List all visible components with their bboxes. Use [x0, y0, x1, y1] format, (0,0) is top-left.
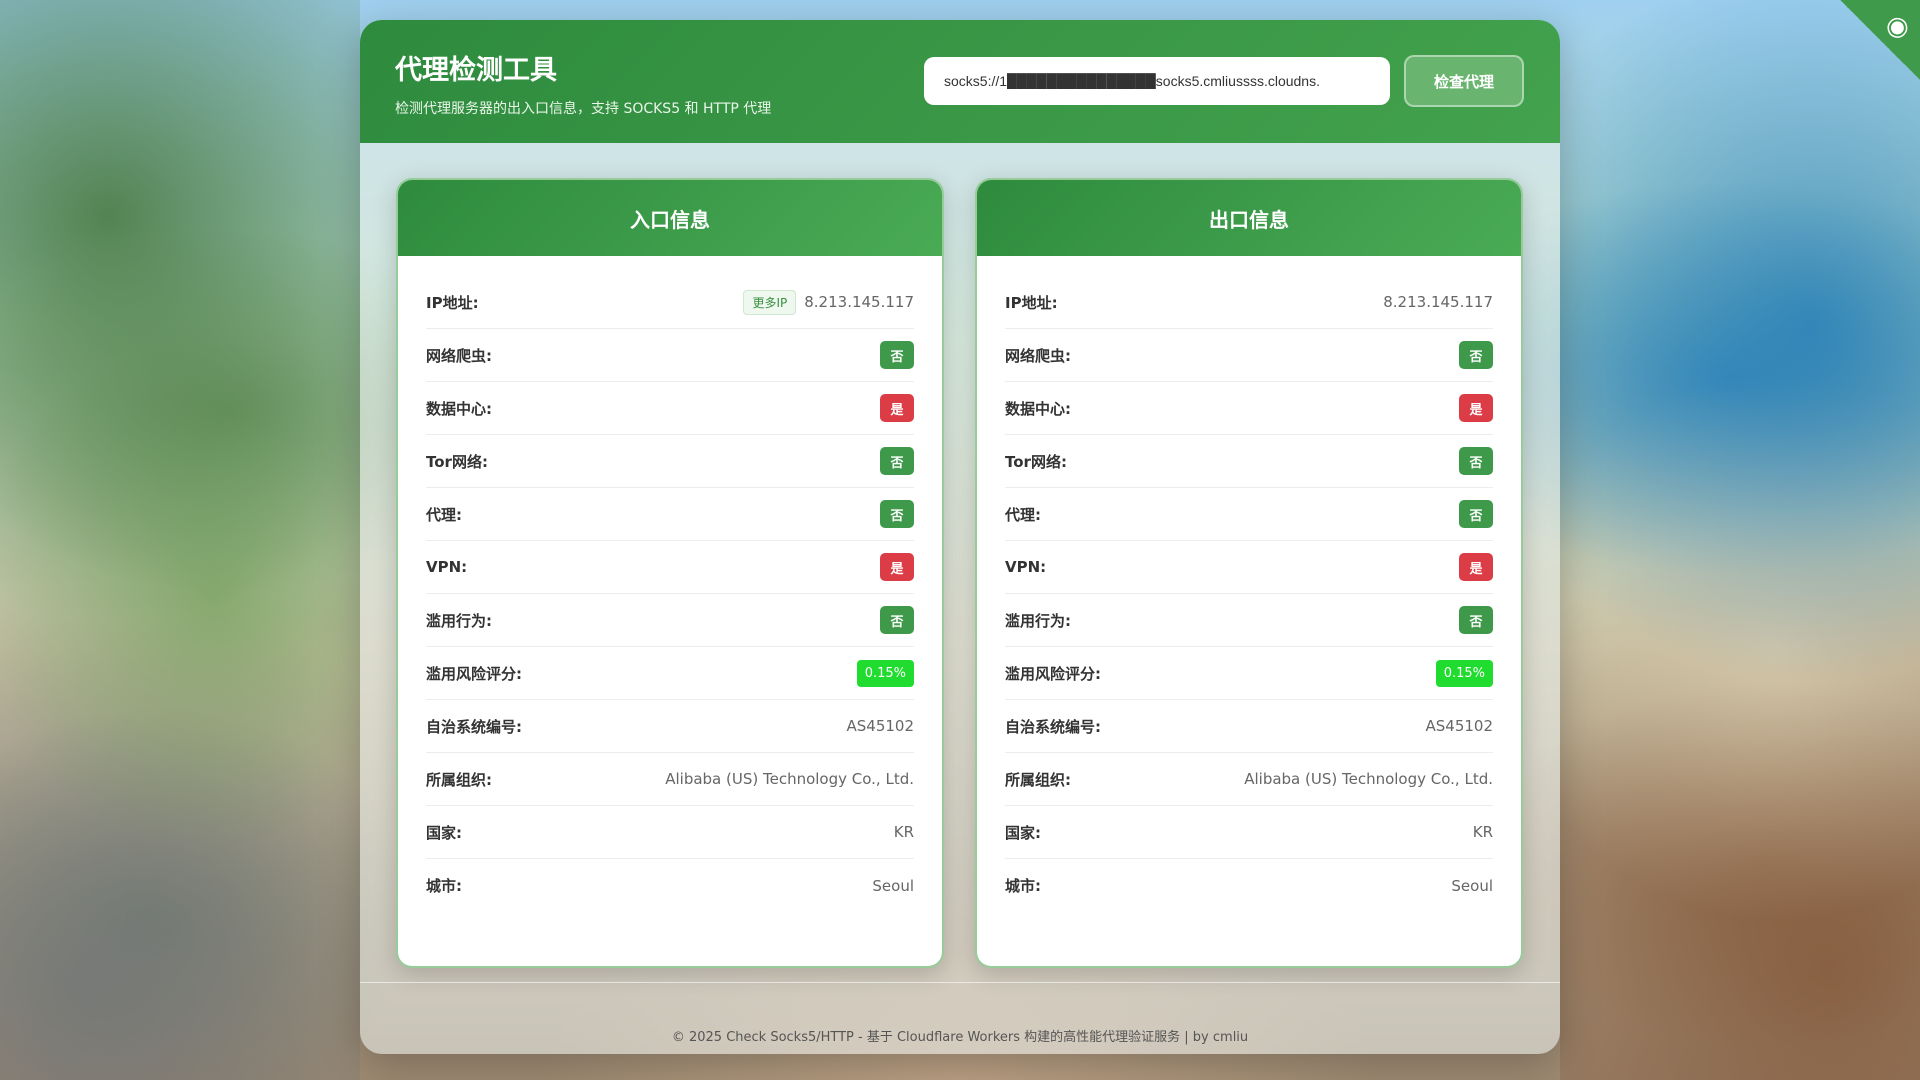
info-label: IP地址:	[1005, 293, 1058, 312]
info-row: VPN: 是	[426, 541, 914, 594]
background-scenery-right	[1560, 0, 1920, 1080]
info-label: 数据中心:	[426, 399, 492, 418]
info-row: 滥用行为: 否	[426, 594, 914, 647]
info-label: 滥用风险评分:	[1005, 664, 1101, 683]
info-row: 城市: Seoul	[426, 859, 914, 912]
info-label: 滥用行为:	[1005, 611, 1071, 630]
exit-info-list: IP地址: 8.213.145.117 网络爬虫: 否数据中心: 是 Tor网络: 否代理:…	[977, 256, 1521, 912]
entry-card-title: 入口信息	[398, 180, 942, 256]
info-row: 自治系统编号: AS45102	[1005, 700, 1493, 753]
page-header: 代理检测工具 检测代理服务器的出入口信息，支持 SOCKS5 和 HTTP 代理…	[360, 20, 1560, 143]
status-badge: 是	[880, 553, 914, 581]
info-row: 滥用行为: 否	[1005, 594, 1493, 647]
status-badge: 是	[880, 394, 914, 422]
info-row: 数据中心: 是	[426, 382, 914, 435]
more-ip-button[interactable]: 更多IP	[743, 289, 797, 315]
background-scenery-left	[0, 0, 360, 1080]
status-badge: 否	[1459, 447, 1493, 475]
info-value: AS45102	[846, 717, 915, 735]
info-value: KR	[1472, 823, 1493, 841]
info-label: 国家:	[1005, 823, 1041, 842]
info-row: 所属组织: Alibaba (US) Technology Co., Ltd.	[426, 753, 914, 806]
info-label: Tor网络:	[426, 452, 488, 471]
status-badge: 否	[880, 341, 914, 369]
status-badge: 是	[1459, 553, 1493, 581]
risk-score-badge: 0.15%	[856, 659, 914, 687]
info-label: 代理:	[1005, 505, 1041, 524]
main-panel: 代理检测工具 检测代理服务器的出入口信息，支持 SOCKS5 和 HTTP 代理…	[360, 20, 1560, 1054]
info-row: 网络爬虫: 否	[1005, 329, 1493, 382]
info-value: AS45102	[1425, 717, 1494, 735]
info-row: 数据中心: 是	[1005, 382, 1493, 435]
entry-info-card: 入口信息 IP地址: 更多IP 8.213.145.117 网络爬虫: 否数据中心: 是 T…	[396, 178, 944, 968]
footer-text: © 2025 Check Socks5/HTTP - 基于 Cloudflare…	[671, 1030, 1249, 1045]
footer-divider	[360, 982, 1560, 983]
info-row: 网络爬虫: 否	[426, 329, 914, 382]
info-label: 国家:	[426, 823, 462, 842]
info-row: 国家: KR	[426, 806, 914, 859]
info-row: IP地址: 8.213.145.117	[1005, 276, 1493, 329]
ip-value-group: 更多IP 8.213.145.117	[743, 289, 914, 315]
info-label: 滥用风险评分:	[426, 664, 522, 683]
info-label: 网络爬虫:	[1005, 346, 1071, 365]
info-value: KR	[893, 823, 914, 841]
info-row: 所属组织: Alibaba (US) Technology Co., Ltd.	[1005, 753, 1493, 806]
info-value: Alibaba (US) Technology Co., Ltd.	[665, 770, 914, 788]
info-label: 自治系统编号:	[426, 717, 522, 736]
status-badge: 否	[880, 500, 914, 528]
status-badge: 是	[1459, 394, 1493, 422]
status-badge: 否	[1459, 341, 1493, 369]
page-subtitle: 检测代理服务器的出入口信息，支持 SOCKS5 和 HTTP 代理	[395, 101, 772, 117]
exit-info-card: 出口信息 IP地址: 8.213.145.117 网络爬虫: 否数据中心: 是 Tor网络…	[975, 178, 1523, 968]
risk-score-badge: 0.15%	[1435, 659, 1493, 687]
page-title: 代理检测工具	[395, 55, 557, 86]
info-label: Tor网络:	[1005, 452, 1067, 471]
info-label: VPN:	[1005, 558, 1047, 576]
status-badge: 否	[880, 447, 914, 475]
info-value: Alibaba (US) Technology Co., Ltd.	[1244, 770, 1493, 788]
info-value: 8.213.145.117	[1383, 293, 1493, 311]
info-row: 城市: Seoul	[1005, 859, 1493, 912]
status-badge: 否	[1459, 500, 1493, 528]
info-value: 8.213.145.117	[804, 293, 914, 311]
info-label: 数据中心:	[1005, 399, 1071, 418]
info-label: 代理:	[426, 505, 462, 524]
info-label: VPN:	[426, 558, 468, 576]
github-corner-link[interactable]: ◉	[1840, 0, 1920, 80]
status-badge: 否	[880, 606, 914, 634]
info-row: 自治系统编号: AS45102	[426, 700, 914, 753]
info-label: IP地址:	[426, 293, 479, 312]
info-row: 滥用风险评分: 0.15%	[426, 647, 914, 700]
info-label: 所属组织:	[426, 770, 492, 789]
info-value: Seoul	[872, 876, 914, 895]
info-row: IP地址: 更多IP 8.213.145.117	[426, 276, 914, 329]
info-label: 所属组织:	[1005, 770, 1071, 789]
info-label: 自治系统编号:	[1005, 717, 1101, 736]
status-badge: 否	[1459, 606, 1493, 634]
info-label: 滥用行为:	[426, 611, 492, 630]
github-icon: ◉	[1880, 8, 1918, 46]
proxy-input[interactable]	[924, 57, 1390, 105]
info-row: 滥用风险评分: 0.15%	[1005, 647, 1493, 700]
info-row: Tor网络: 否	[426, 435, 914, 488]
info-row: VPN: 是	[1005, 541, 1493, 594]
info-label: 城市:	[1005, 877, 1041, 895]
info-value: Seoul	[1451, 876, 1493, 895]
check-proxy-button[interactable]: 检查代理	[1404, 55, 1524, 107]
info-row: 代理: 否	[1005, 488, 1493, 541]
info-row: 国家: KR	[1005, 806, 1493, 859]
exit-card-title: 出口信息	[977, 180, 1521, 256]
entry-info-list: IP地址: 更多IP 8.213.145.117 网络爬虫: 否数据中心: 是 Tor网络:…	[398, 256, 942, 912]
info-row: Tor网络: 否	[1005, 435, 1493, 488]
info-label: 网络爬虫:	[426, 346, 492, 365]
info-label: 城市:	[426, 877, 462, 895]
info-row: 代理: 否	[426, 488, 914, 541]
